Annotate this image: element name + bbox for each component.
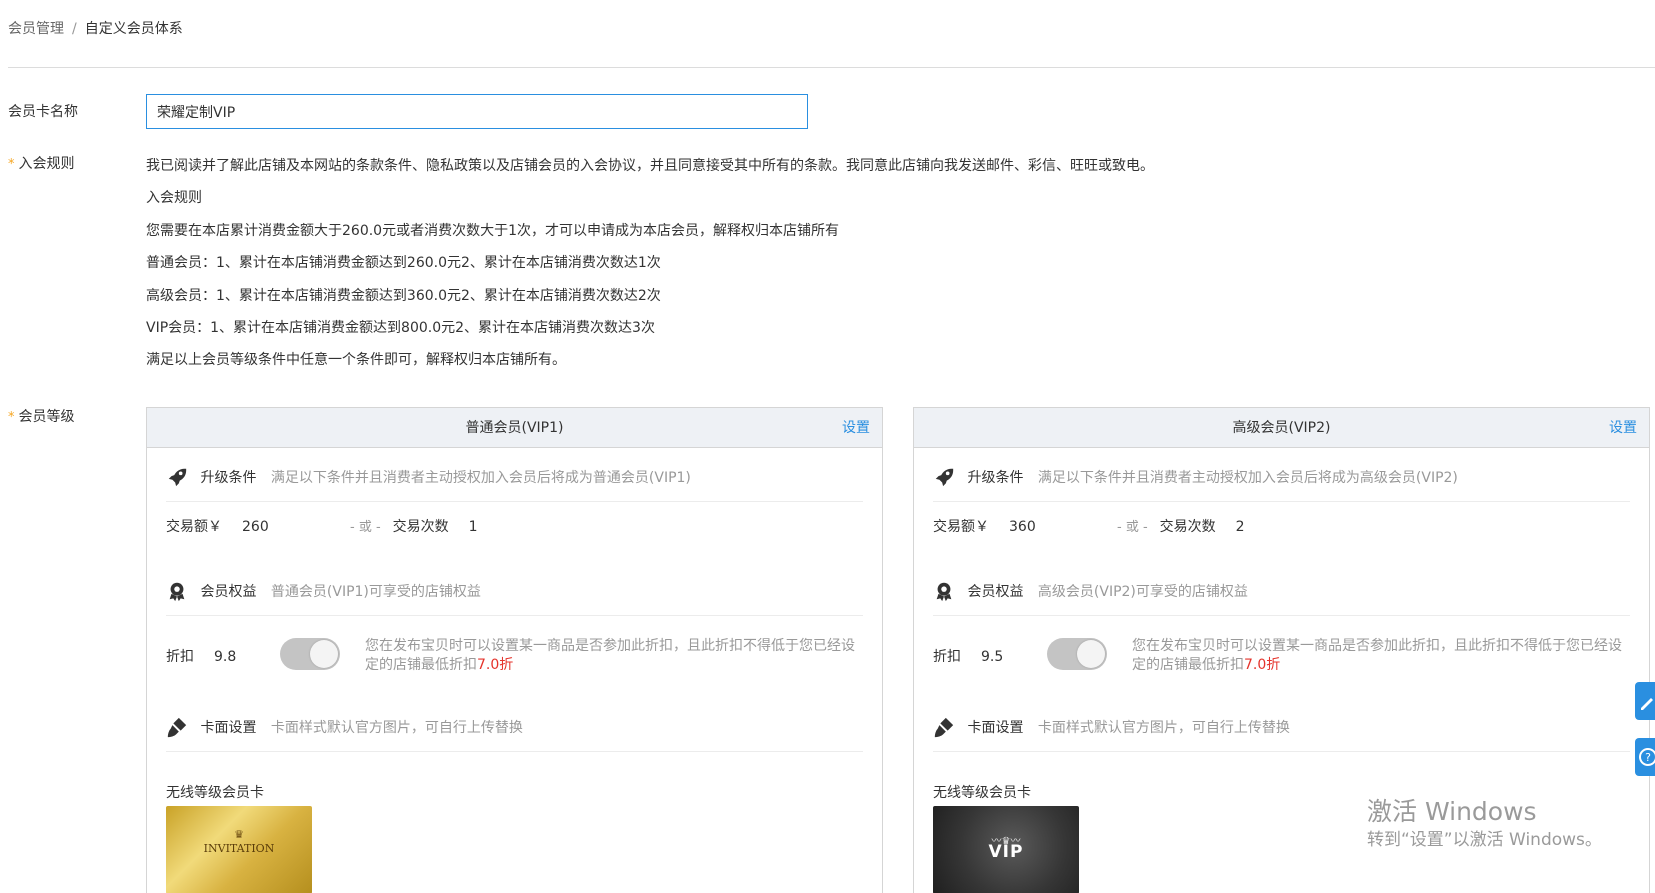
- card-type-label: 无线等级会员卡: [933, 785, 1031, 801]
- pencil-icon: [1641, 698, 1653, 710]
- upgrade-title: 升级条件: [200, 470, 257, 486]
- medal-icon: [936, 582, 952, 602]
- card-name-input[interactable]: [146, 94, 808, 129]
- face-section-header: 卡面设置 卡面样式默认官方图片，可自行上传替换: [933, 716, 1630, 752]
- set-link[interactable]: 设置: [1609, 408, 1637, 448]
- level-label: * 会员等级: [8, 406, 75, 426]
- breadcrumb-current: 自定义会员体系: [84, 21, 183, 37]
- upgrade-section-header: 升级条件 满足以下条件并且消费者主动授权加入会员后将成为普通会员(VIP1): [166, 466, 863, 502]
- level-card-header: 高级会员(VIP2) 设置: [914, 408, 1649, 448]
- card-type-label: 无线等级会员卡: [166, 785, 264, 801]
- crown-icon: ♛: [234, 828, 244, 841]
- discount-label: 折扣: [166, 649, 194, 665]
- rule-line: 普通会员：1、累计在本店铺消费金额达到260.0元2、累计在本店铺消费次数达1次: [146, 255, 661, 272]
- discount-toggle[interactable]: [280, 638, 340, 670]
- rules-label-text: 入会规则: [18, 156, 75, 172]
- rules-label: * 入会规则: [8, 153, 75, 173]
- amount-value[interactable]: 360: [1009, 519, 1109, 535]
- or-label: - 或 -: [1117, 520, 1148, 535]
- breadcrumb: 会员管理 / 自定义会员体系: [8, 18, 183, 38]
- discount-label: 折扣: [933, 649, 961, 665]
- face-section-header: 卡面设置 卡面样式默认官方图片，可自行上传替换: [166, 716, 863, 752]
- rule-line: 高级会员：1、累计在本店铺消费金额达到360.0元2、累计在本店铺消费次数达2次: [146, 287, 661, 304]
- benefit-desc: 高级会员(VIP2)可享受的店铺权益: [1037, 584, 1248, 600]
- required-mark: *: [8, 157, 15, 172]
- watermark-line2: 转到“设置”以激活 Windows。: [1367, 830, 1602, 850]
- count-label: 交易次数: [1159, 519, 1216, 535]
- rule-line: 满足以上会员等级条件中任意一个条件即可，解释权归本店铺所有。: [146, 352, 566, 369]
- breadcrumb-separator: /: [72, 21, 77, 37]
- brush-icon: [167, 717, 187, 738]
- required-mark: *: [8, 410, 15, 425]
- benefit-title: 会员权益: [200, 584, 257, 600]
- benefit-desc: 普通会员(VIP1)可享受的店铺权益: [270, 584, 481, 600]
- rule-line: 您需要在本店累计消费金额大于260.0元或者消费次数大于1次，才可以申请成为本店…: [146, 222, 839, 239]
- upgrade-section-header: 升级条件 满足以下条件并且消费者主动授权加入会员后将成为高级会员(VIP2): [933, 466, 1630, 502]
- toggle-knob: [310, 640, 338, 668]
- or-label: - 或 -: [350, 520, 381, 535]
- face-desc: 卡面样式默认官方图片，可自行上传替换: [1037, 720, 1290, 736]
- count-value[interactable]: 2: [1236, 519, 1245, 535]
- upgrade-desc: 满足以下条件并且消费者主动授权加入会员后将成为高级会员(VIP2): [1037, 470, 1458, 486]
- amount-label: 交易额￥: [933, 519, 989, 535]
- face-title: 卡面设置: [967, 720, 1024, 736]
- discount-note: 您在发布宝贝时可以设置某一商品是否参加此折扣，且此折扣不得低于您已经设定的店铺最…: [365, 637, 865, 675]
- card-face-image[interactable]: 〰♛〰 VIP: [933, 806, 1079, 893]
- help-icon: ?: [1639, 748, 1655, 766]
- upgrade-desc: 满足以下条件并且消费者主动授权加入会员后将成为普通会员(VIP1): [270, 470, 691, 486]
- rules-text: 我已阅读并了解此店铺及本网站的条款条件、隐私政策以及店铺会员的入会协议，并且同意…: [146, 155, 1154, 382]
- svg-text:?: ?: [1645, 751, 1651, 764]
- min-discount: 7.0折: [1244, 657, 1281, 673]
- count-label: 交易次数: [392, 519, 449, 535]
- rule-line: VIP会员：1、累计在本店铺消费金额达到800.0元2、累计在本店铺消费次数达3…: [146, 319, 655, 336]
- benefit-section-header: 会员权益 普通会员(VIP1)可享受的店铺权益: [166, 580, 863, 616]
- rocket-icon: [935, 468, 954, 487]
- discount-note-text: 您在发布宝贝时可以设置某一商品是否参加此折扣，且此折扣不得低于您已经设定的店铺最…: [365, 638, 855, 673]
- benefit-section-header: 会员权益 高级会员(VIP2)可享受的店铺权益: [933, 580, 1630, 616]
- rocket-icon: [168, 468, 187, 487]
- face-desc: 卡面样式默认官方图片，可自行上传替换: [270, 720, 523, 736]
- watermark-line1: 激活 Windows: [1367, 797, 1537, 826]
- discount-note: 您在发布宝贝时可以设置某一商品是否参加此折扣，且此折扣不得低于您已经设定的店铺最…: [1132, 637, 1632, 675]
- card-face-text: INVITATION: [203, 842, 275, 855]
- help-float-button[interactable]: ?: [1635, 738, 1655, 776]
- face-title: 卡面设置: [200, 720, 257, 736]
- amount-value[interactable]: 260: [242, 519, 342, 535]
- upgrade-condition-row: 交易额￥ 260 - 或 - 交易次数 1: [166, 516, 478, 536]
- level-title: 普通会员(VIP1): [465, 420, 564, 436]
- discount-note-text: 您在发布宝贝时可以设置某一商品是否参加此折扣，且此折扣不得低于您已经设定的店铺最…: [1132, 638, 1622, 673]
- rule-line: 我已阅读并了解此店铺及本网站的条款条件、隐私政策以及店铺会员的入会协议，并且同意…: [146, 158, 1154, 174]
- level-title: 高级会员(VIP2): [1232, 420, 1331, 436]
- top-divider: [8, 67, 1655, 68]
- rule-line: 入会规则: [146, 190, 202, 207]
- amount-label: 交易额￥: [166, 519, 222, 535]
- card-face-image[interactable]: ♛ INVITATION: [166, 806, 312, 893]
- edit-float-button[interactable]: [1635, 682, 1655, 720]
- brush-icon: [934, 717, 954, 738]
- medal-icon: [169, 582, 185, 602]
- upgrade-condition-row: 交易额￥ 360 - 或 - 交易次数 2: [933, 516, 1245, 536]
- discount-toggle[interactable]: [1047, 638, 1107, 670]
- min-discount: 7.0折: [477, 657, 514, 673]
- toggle-knob: [1077, 640, 1105, 668]
- level-card-header: 普通会员(VIP1) 设置: [147, 408, 882, 448]
- breadcrumb-parent[interactable]: 会员管理: [8, 21, 64, 37]
- level-label-text: 会员等级: [18, 409, 75, 425]
- upgrade-title: 升级条件: [967, 470, 1024, 486]
- card-name-label: 会员卡名称: [8, 104, 78, 120]
- set-link[interactable]: 设置: [842, 408, 870, 448]
- windows-activation-watermark: 激活 Windows 转到“设置”以激活 Windows。: [1367, 797, 1602, 851]
- card-face-text: VIP: [988, 842, 1024, 862]
- benefit-title: 会员权益: [967, 584, 1024, 600]
- level-card-vip1: 普通会员(VIP1) 设置 升级条件 满足以下条件并且消费者主动授权加入会员后将…: [146, 407, 883, 893]
- count-value[interactable]: 1: [469, 519, 478, 535]
